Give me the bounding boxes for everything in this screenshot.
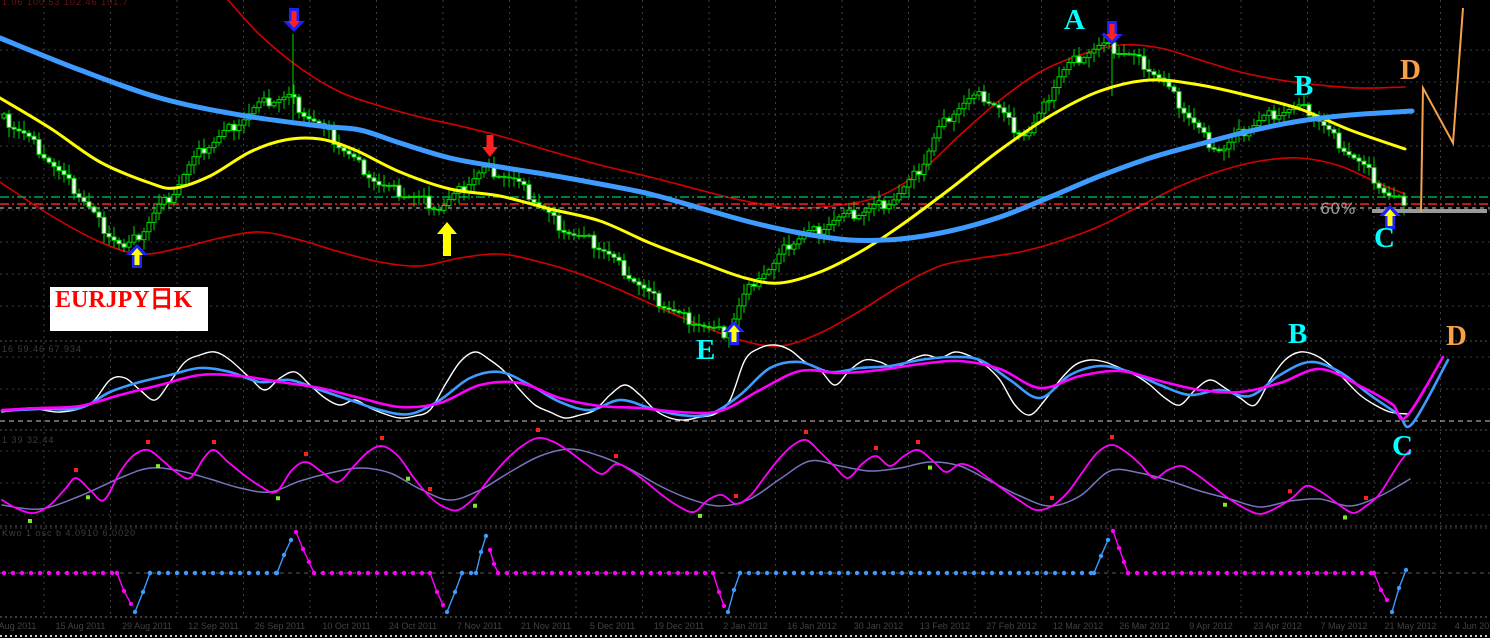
bollinger-bands: [0, 0, 1406, 348]
date-tick-label: 1 Aug 2011: [0, 621, 37, 631]
up-yellow-arrow-icon: [437, 222, 457, 256]
chart-window[interactable]: 1.06 100.53 102.46 101.7 16 59.46 67.934…: [0, 0, 1490, 638]
date-tick-label: 15 Aug 2011: [55, 621, 106, 631]
date-tick-label: 13 Feb 2012: [919, 621, 971, 631]
date-tick-label: 21 May 2012: [1384, 621, 1437, 631]
date-tick-label: 5 Dec 2011: [589, 621, 636, 631]
sell-arrow-icon: [283, 8, 305, 32]
annotation-letter-c-7: C: [1392, 430, 1413, 462]
date-tick-label: 16 Jan 2012: [787, 621, 837, 631]
indicator-panel-step-signal: [1, 528, 1409, 615]
date-tick-label: 7 May 2012: [1320, 621, 1368, 631]
panel2-indicator-label: 16 59.46 67.934: [2, 344, 83, 354]
date-tick-label: 23 Apr 2012: [1253, 621, 1302, 631]
date-tick-label: 26 Mar 2012: [1119, 621, 1170, 631]
annotation-letter-c-2: C: [1374, 222, 1395, 254]
date-tick-label: 21 Nov 2011: [520, 621, 572, 631]
symbol-label-box: EURJPY日K: [50, 287, 208, 331]
date-tick-label: 26 Sep 2011: [254, 621, 306, 631]
ohlc-info-text: 1.06 100.53 102.46 101.7: [2, 0, 129, 7]
down-red-arrow-icon: [482, 135, 498, 157]
annotation-letter-b-1: B: [1294, 70, 1314, 102]
date-tick-label: 4 Jun 2012: [1454, 621, 1490, 631]
date-tick-label: 24 Oct 2011: [388, 621, 438, 631]
date-tick-label: 2 Jan 2012: [723, 621, 768, 631]
date-tick-label: 10 Oct 2011: [322, 621, 371, 631]
grid-lines: [0, 0, 1490, 637]
price-level-lines: [0, 196, 1490, 209]
panel3-indicator-label: 1 39 32.44: [2, 435, 55, 445]
annotation-letter-e-4: E: [696, 334, 716, 366]
annotation-letter-d-3: D: [1400, 54, 1421, 86]
panel4-indicator-label: Kwo 1 osc b 4.0910 6.0020: [2, 528, 137, 538]
date-tick-label: 9 Apr 2012: [1189, 621, 1233, 631]
chart-canvas: [0, 0, 1490, 637]
annotation-letter-d-6: D: [1446, 320, 1467, 352]
date-tick-label: 7 Nov 2011: [456, 621, 503, 631]
date-tick-label: 19 Dec 2011: [653, 621, 705, 631]
moving-averages: [0, 35, 1415, 285]
date-tick-label: 12 Mar 2012: [1052, 621, 1104, 631]
date-tick-label: 30 Jan 2012: [853, 621, 904, 631]
retracement-percent-label: 60%: [1320, 199, 1356, 218]
date-tick-label: 12 Sep 2011: [188, 621, 239, 631]
symbol-label: EURJPY日K: [55, 287, 193, 313]
date-tick-label: 29 Aug 2011: [122, 621, 172, 631]
signal-arrows: [126, 8, 1401, 345]
indicator-panel-stochastic: [1, 428, 1411, 523]
annotation-letter-b-5: B: [1288, 318, 1308, 350]
date-tick-label: 27 Feb 2012: [986, 621, 1037, 631]
annotation-letter-a-0: A: [1064, 4, 1085, 36]
